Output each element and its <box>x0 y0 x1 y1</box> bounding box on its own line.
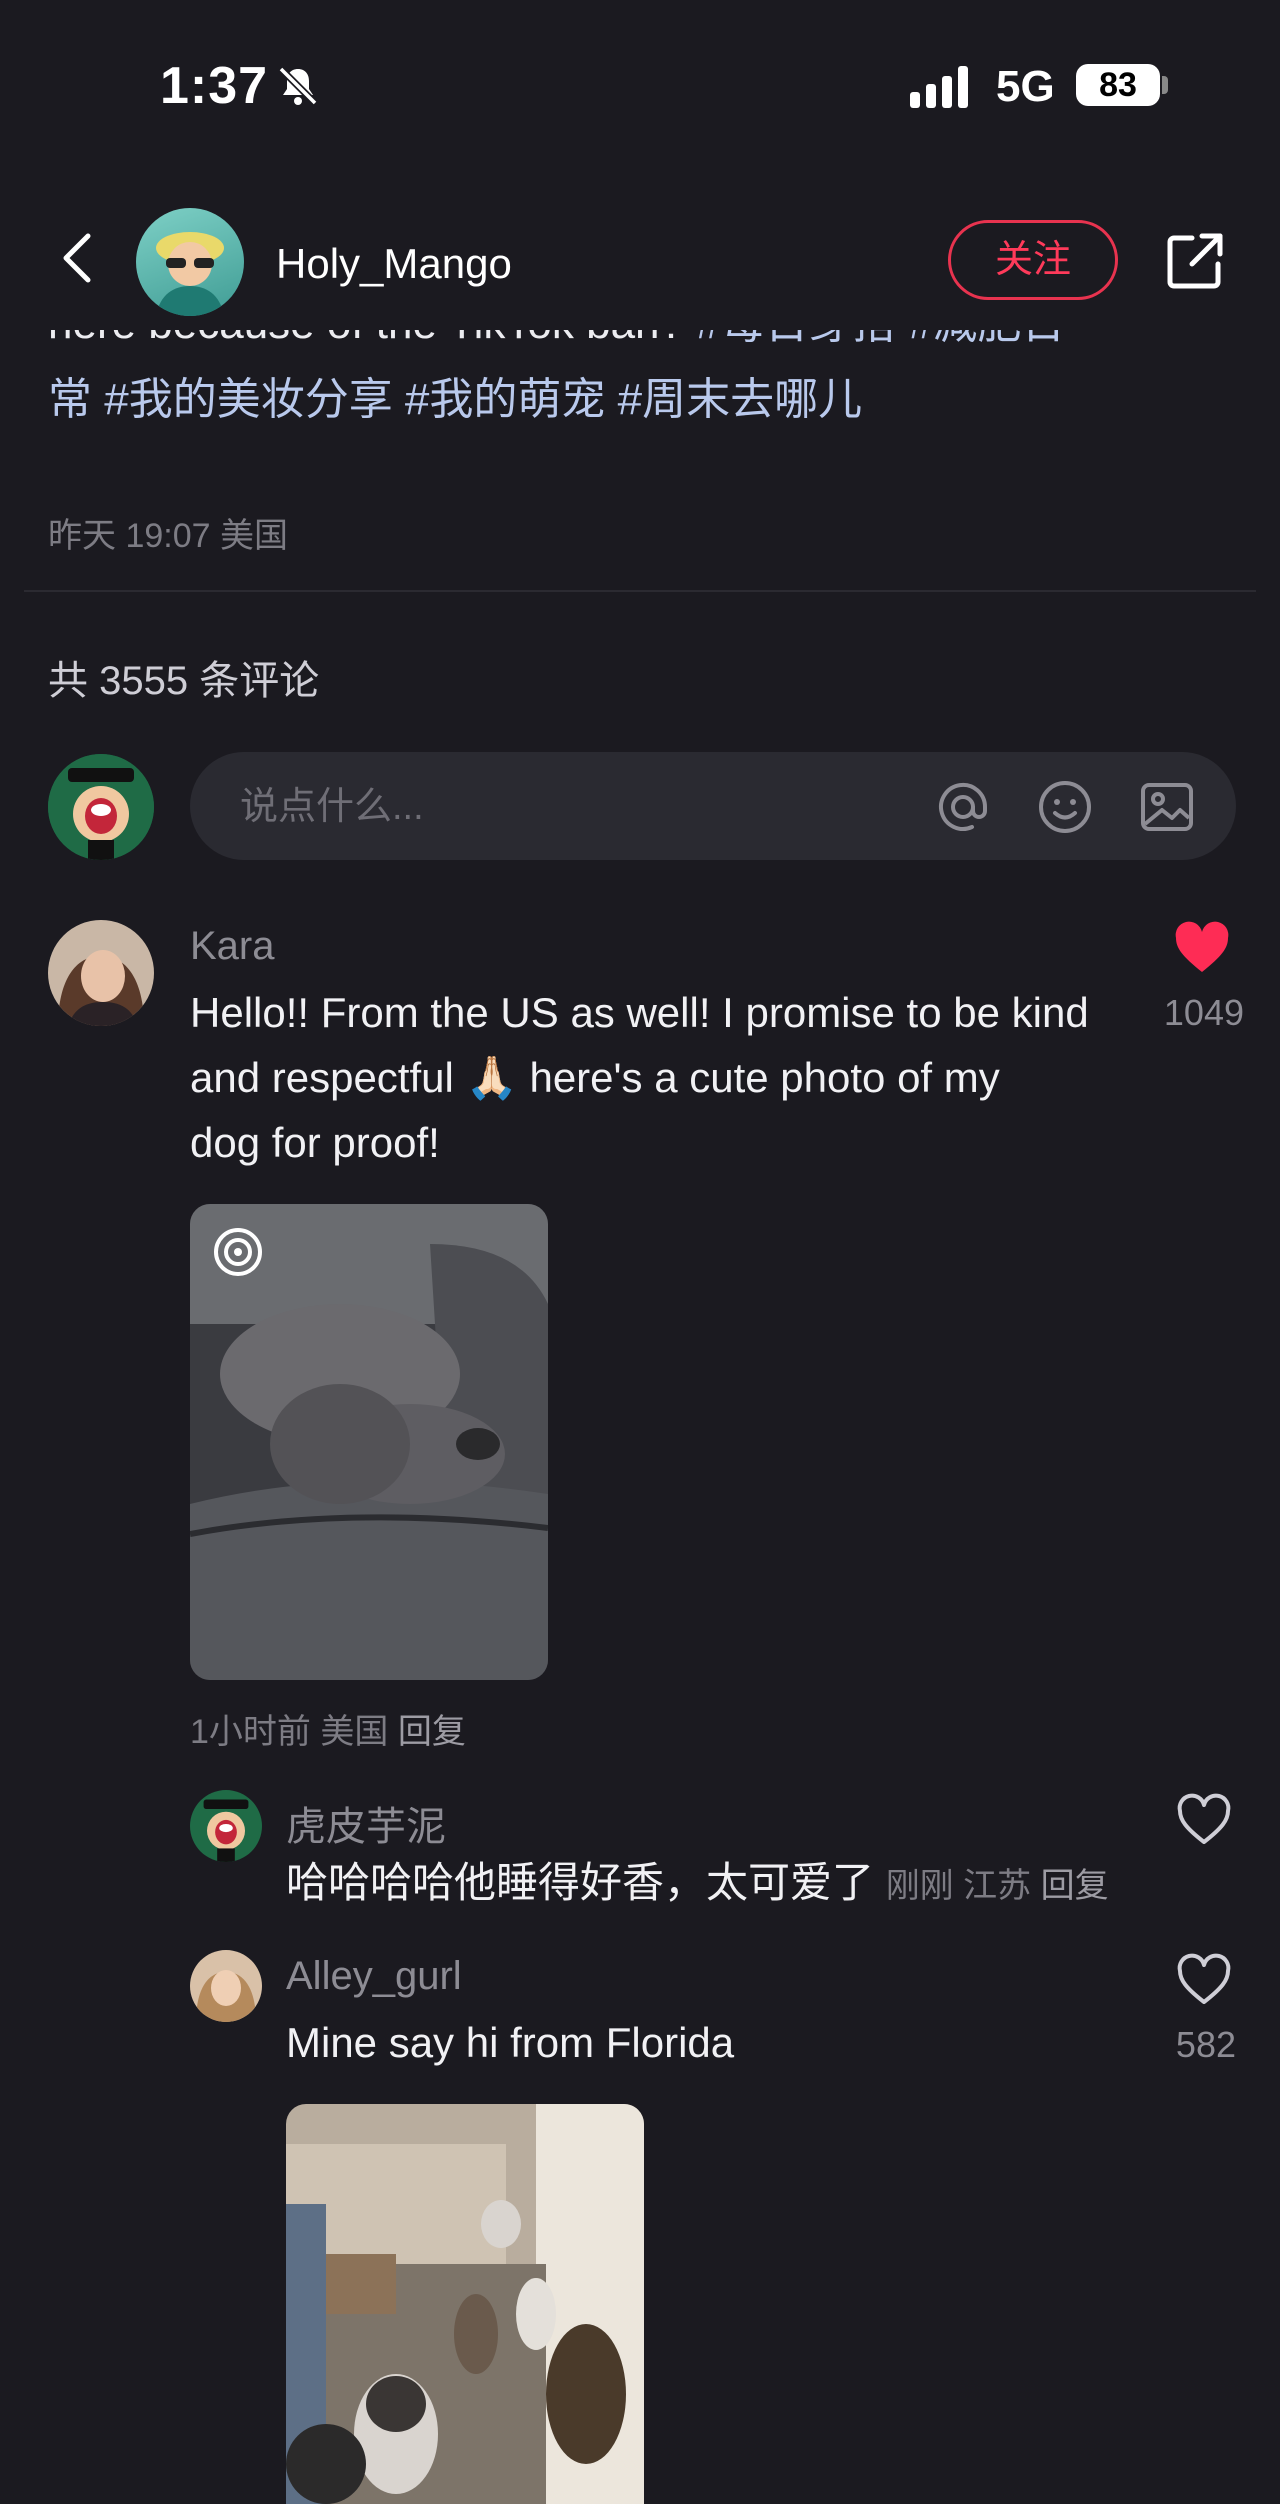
battery-tip <box>1162 76 1168 94</box>
post-header: Holy_Mango 关注 <box>0 200 1280 330</box>
battery-level: 83 <box>1099 66 1137 104</box>
comments-count: 共 3555 条评论 <box>48 659 320 703</box>
emoji-icon[interactable] <box>1036 778 1094 836</box>
comment-meta: 1小时前 美国 回复 <box>190 1704 466 1753</box>
reply-meta: 刚刚 江苏 回复 <box>886 1867 1109 1905</box>
image-icon[interactable] <box>1138 778 1196 836</box>
comment-text: Hello!! From the US as well! I promise t… <box>190 980 1130 1175</box>
commenter-avatar[interactable] <box>48 920 154 1026</box>
post-hashtags-1[interactable]: #每日穿搭 #减肥日 <box>684 330 1065 348</box>
dogs-photo <box>286 2104 644 2504</box>
post-text-line-2: 常 #我的美妆分享 #我的萌宠 #周末去哪儿 <box>48 362 1065 438</box>
battery-icon: 83 <box>1076 64 1160 106</box>
network-type: 5G <box>996 62 1055 111</box>
like-count: 582 <box>1175 2024 1236 2065</box>
reply-photo-dogs[interactable] <box>286 2104 644 2504</box>
reply-location: 江苏 <box>963 1867 1032 1905</box>
reply-text-row: 哈哈哈哈他睡得好香，太可爱了 刚刚 江苏 回复 <box>286 1850 1109 1919</box>
reply-button[interactable]: 回复 <box>398 1713 466 1751</box>
post-text-clip: here because of the TikTok ban? #每日穿搭 #减… <box>0 330 1280 490</box>
post-timestamp: 昨天 19:07 美国 <box>48 517 288 555</box>
commenter-name[interactable]: Kara <box>190 924 275 969</box>
author-avatar[interactable] <box>136 208 244 316</box>
author-avatar-illustration <box>156 232 224 316</box>
comment-text-line: and respectful 🙏🏻 here's a cute photo of… <box>190 1054 1000 1101</box>
my-avatar <box>48 754 154 860</box>
post-text: here because of the TikTok ban? #每日穿搭 #减… <box>48 330 1065 438</box>
comment-location: 美国 <box>320 1713 389 1751</box>
reply-text: 哈哈哈哈他睡得好香，太可爱了 <box>286 1859 875 1906</box>
follow-button[interactable]: 关注 <box>948 220 1118 300</box>
signal-icon <box>910 66 968 108</box>
post-text-line-1: here because of the TikTok ban? #每日穿搭 #减… <box>48 330 1065 362</box>
comment-text-line: Hello!! From the US as well! I promise t… <box>190 989 1089 1036</box>
share-icon[interactable] <box>1162 230 1226 294</box>
comment-input-box[interactable] <box>190 752 1236 862</box>
heart-filled-icon[interactable] <box>1172 920 1232 976</box>
reply-name[interactable]: Alley_gurl <box>286 1954 462 1999</box>
reply-avatar[interactable] <box>190 1950 262 2022</box>
kara-avatar-photo <box>48 920 154 1026</box>
alley-avatar-photo <box>190 1950 262 2022</box>
dog-photo <box>190 1204 548 1680</box>
reply-button[interactable]: 回复 <box>1041 1867 1109 1905</box>
heart-outline-icon[interactable] <box>1174 1952 1234 2008</box>
reply-avatar[interactable] <box>190 1790 262 1862</box>
status-bar: 1:37 5G 83 <box>0 0 1280 170</box>
comment-text-line: dog for proof! <box>190 1119 440 1166</box>
reply-name[interactable]: 虎皮芋泥 <box>286 1794 446 1852</box>
mention-icon[interactable] <box>934 778 992 836</box>
status-time: 1:37 <box>160 57 269 115</box>
bell-muted-icon <box>278 66 318 106</box>
back-arrow-icon[interactable] <box>50 228 110 288</box>
comment-photo-dog[interactable] <box>190 1204 548 1680</box>
comment-input[interactable] <box>238 752 882 862</box>
reply-time: 刚刚 <box>885 1867 954 1905</box>
author-name[interactable]: Holy_Mango <box>276 240 512 288</box>
like-count: 1049 <box>1163 992 1244 1033</box>
post-body-text: here because of the TikTok ban? <box>48 330 684 348</box>
comment-time: 1小时前 <box>190 1713 311 1751</box>
my-avatar-illustration <box>48 754 154 860</box>
divider <box>24 590 1256 592</box>
heart-outline-icon[interactable] <box>1174 1792 1234 1848</box>
reply-avatar-illustration <box>190 1790 262 1862</box>
reply-text: Mine say hi from Florida <box>286 2019 735 2066</box>
post-hashtags-2[interactable]: 常 #我的美妆分享 #我的萌宠 #周末去哪儿 <box>48 375 862 424</box>
